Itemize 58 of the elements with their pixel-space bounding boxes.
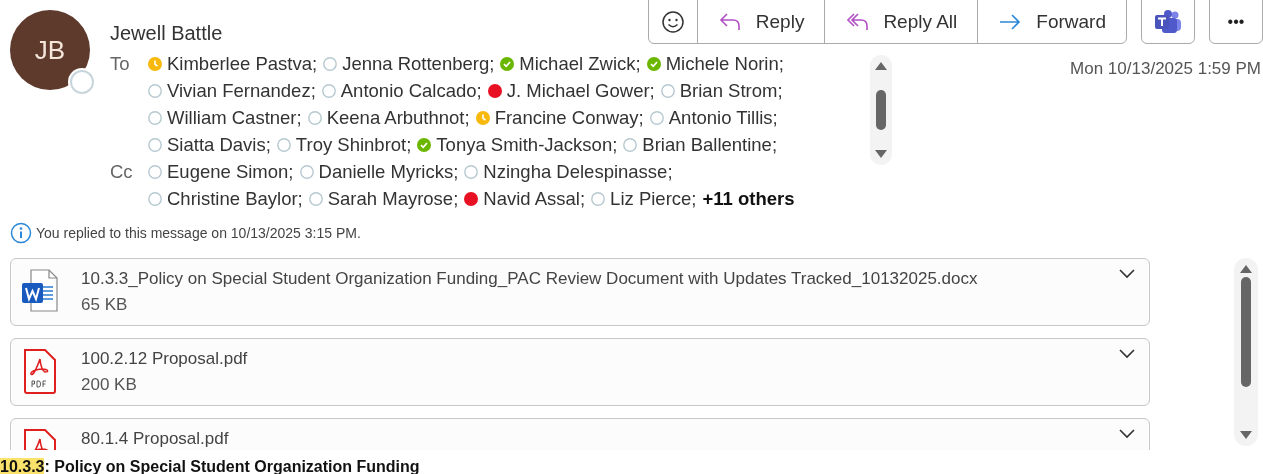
recipient-name[interactable]: J. Michael Gower;: [506, 76, 655, 105]
attachment-card[interactable]: 10.3.3_Policy on Special Student Organization Funding_PAC Review Document with Updates Tracked_10132025.docx 65 KB: [10, 258, 1150, 326]
recipient-name[interactable]: Christine Baylor;: [167, 184, 303, 213]
recipient-name[interactable]: Michele Norin;: [665, 49, 784, 78]
recipient-name[interactable]: Keena Arbuthnot;: [326, 103, 470, 132]
recipient-label: To: [110, 51, 131, 76]
recipient-name[interactable]: Michael Zwick;: [519, 49, 641, 78]
recipient-name[interactable]: Brian Ballentine;: [642, 130, 778, 159]
scroll-down-icon: [1239, 430, 1253, 440]
more-options-button[interactable]: •••: [1209, 0, 1263, 44]
recipient-name[interactable]: Sarah Mayrose;: [327, 184, 459, 213]
smiley-icon: [660, 10, 685, 34]
info-message: You replied to this message on 10/13/2025 3:15 PM.: [36, 223, 361, 243]
chevron-down-icon: [1119, 349, 1135, 359]
attachment-size: 65 KB: [81, 295, 129, 315]
sender-name: Jewell Battle: [110, 21, 223, 46]
scroll-up-icon: [874, 61, 888, 71]
teams-button[interactable]: [1141, 0, 1195, 44]
message-date: Mon 10/13/2025 1:59 PM: [1070, 58, 1261, 80]
reply-all-button[interactable]: Reply All: [824, 0, 978, 43]
recipient-name[interactable]: Francine Conway;: [494, 103, 644, 132]
recipient-name[interactable]: Brian Strom;: [679, 76, 783, 105]
attachment-name: 80.1.4 Proposal.pdf: [81, 429, 230, 449]
recipient-name[interactable]: Siatta Davis;: [167, 130, 271, 159]
recipient-name[interactable]: Antonio Tillis;: [668, 103, 778, 132]
attachment-size: 200 KB: [81, 375, 138, 395]
forward-button[interactable]: Forward: [977, 0, 1126, 43]
recipient-name[interactable]: Navid Assal;: [483, 184, 586, 213]
recipient-name[interactable]: Eugene Simon;: [167, 157, 294, 186]
recipient-name[interactable]: William Castner;: [167, 103, 302, 132]
scroll-up-icon: [1239, 264, 1253, 274]
attachment-name: 10.3.3_Policy on Special Student Organization Funding_PAC Review Document with Updates Tracked_10132025.docx: [81, 269, 979, 289]
chevron-down-icon: [1119, 269, 1135, 279]
more-recipients-link[interactable]: +11 others: [702, 184, 795, 213]
highlighted-text: 10.3.3: [0, 458, 45, 474]
recipient-name[interactable]: Troy Shinbrot;: [295, 130, 412, 159]
scroll-down-icon: [874, 149, 888, 159]
recipient-name[interactable]: Vivian Fernandez;: [167, 76, 316, 105]
recipient-name[interactable]: Jenna Rottenberg;: [342, 49, 495, 78]
recipient-name[interactable]: Kimberlee Pastva;: [167, 49, 318, 78]
pdf-file-icon: [21, 349, 59, 395]
info-icon: [10, 222, 32, 244]
recipient-name[interactable]: Tonya Smith-Jackson;: [436, 130, 618, 159]
recipient-name[interactable]: Danielle Myricks;: [318, 157, 459, 186]
word-file-icon: [21, 269, 59, 315]
avatar-initials: JB: [34, 33, 66, 67]
chevron-down-icon: [1119, 429, 1135, 439]
recipient-name[interactable]: Liz Pierce;: [610, 184, 697, 213]
attachment-card[interactable]: 100.2.12 Proposal.pdf 200 KB: [10, 338, 1150, 406]
scrollbar-thumb: [876, 90, 886, 130]
attachment-card[interactable]: 80.1.4 Proposal.pdf: [10, 418, 1150, 450]
teams-logo-icon: [1154, 8, 1182, 35]
recipient-name[interactable]: Nzingha Delespinasse;: [483, 157, 673, 186]
attachment-name: 100.2.12 Proposal.pdf: [81, 349, 249, 369]
recipient-name[interactable]: Antonio Calcado;: [340, 76, 482, 105]
reply-button[interactable]: Reply: [696, 0, 825, 43]
recipient-label: Cc: [110, 159, 134, 184]
presence-indicator: [70, 70, 94, 94]
